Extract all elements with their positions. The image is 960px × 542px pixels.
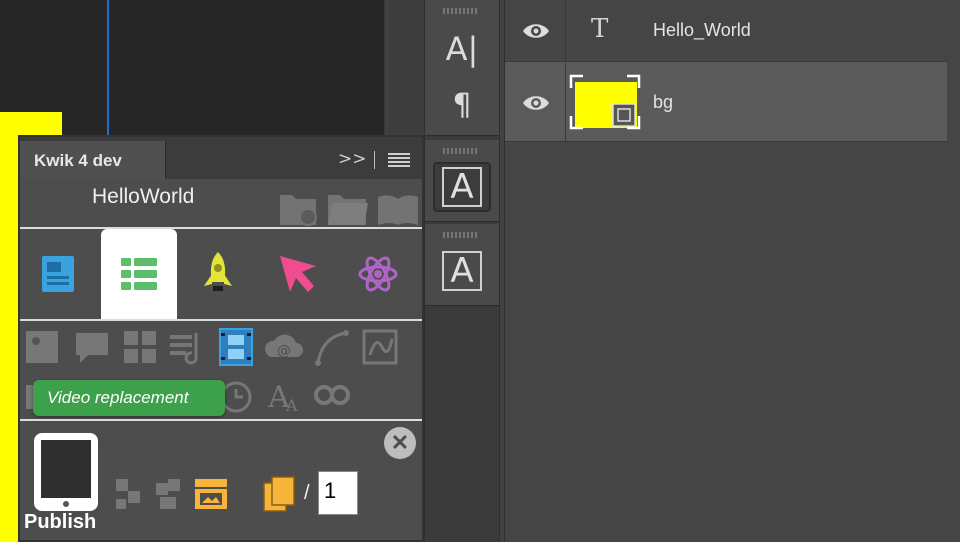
animation-frame-icon[interactable] <box>360 327 400 367</box>
list-grid-icon <box>121 258 157 290</box>
row-divider <box>565 0 566 61</box>
tooltip-text: Video replacement <box>47 388 189 407</box>
publish-tablet-button[interactable] <box>34 433 98 511</box>
speech-bubble-icon[interactable] <box>72 327 112 367</box>
page-number-input[interactable]: 1 <box>318 471 358 515</box>
page-separator: / <box>304 482 310 504</box>
layer-name[interactable]: bg <box>653 92 673 113</box>
category-tab-project[interactable] <box>20 229 96 319</box>
image-replace-icon[interactable] <box>22 327 62 367</box>
para-styles-group: A <box>425 224 499 306</box>
layer-name[interactable]: Hello_World <box>653 20 751 41</box>
project-name: HelloWorld <box>92 185 195 208</box>
tools-strip: A| ¶ A A <box>424 0 500 542</box>
selection-corners-icon <box>569 74 641 130</box>
grid-tiles-icon[interactable] <box>120 327 160 367</box>
close-icon[interactable]: ✕ <box>384 427 416 459</box>
tooltip: Video replacement <box>33 380 225 416</box>
category-tab-interactions[interactable] <box>260 229 336 319</box>
panel-grip[interactable] <box>443 232 479 238</box>
paragraph-style-icon: A <box>442 251 482 291</box>
pages-copy-icon[interactable] <box>260 475 298 515</box>
category-tab-publish[interactable] <box>180 229 256 319</box>
kwik-panel-header: Kwik 4 dev >> <box>20 137 422 179</box>
kwik-tab-label: Kwik 4 dev <box>34 151 122 170</box>
kwik-tab[interactable]: Kwik 4 dev <box>20 141 166 179</box>
archive-box-icon[interactable] <box>192 475 230 513</box>
font-size-icon[interactable]: AA <box>264 375 304 415</box>
video-film-icon[interactable] <box>216 327 256 367</box>
atom-icon <box>358 256 398 292</box>
text-layer-icon: T <box>591 14 609 44</box>
visibility-eye-icon[interactable] <box>521 92 551 114</box>
tablet-screen-icon <box>41 440 91 498</box>
layer-row-bg[interactable]: bg <box>505 62 947 142</box>
page-number-value: 1 <box>324 478 337 503</box>
paragraph-tool-button[interactable]: ¶ <box>433 80 491 130</box>
svg-text:@: @ <box>277 343 291 359</box>
category-tab-layers[interactable] <box>101 229 177 319</box>
vertical-guide[interactable] <box>107 0 109 135</box>
publish-label[interactable]: Publish <box>24 511 96 534</box>
expand-panel-icon[interactable]: >> <box>338 149 367 169</box>
kwik-panel: Kwik 4 dev >> HelloWorld @ A A Video rep… <box>18 135 424 542</box>
new-project-folder-icon <box>280 195 317 226</box>
spritesheet-loop-icon[interactable] <box>312 375 352 415</box>
character-tool-button[interactable]: A| <box>433 24 491 74</box>
type-tools-group: A| ¶ <box>425 0 499 136</box>
svg-text:A: A <box>285 396 298 415</box>
row-divider <box>565 62 566 141</box>
audio-list-icon[interactable] <box>168 327 208 367</box>
panel-grip[interactable] <box>443 8 479 14</box>
header-divider <box>374 151 375 169</box>
panel-grip[interactable] <box>443 148 479 154</box>
canvas-scroll-gutter <box>388 0 424 135</box>
divider <box>20 319 422 321</box>
layers-panel: T Hello_World bg <box>504 0 960 542</box>
project-page-icon <box>42 256 74 292</box>
tablet-home-icon <box>63 501 69 507</box>
character-icon: A| <box>445 30 479 68</box>
folder-actions <box>280 195 418 226</box>
layer-thumbnail[interactable] <box>569 74 641 130</box>
rocket-icon <box>204 252 232 291</box>
layer-row-hello-world[interactable]: T Hello_World <box>505 0 947 62</box>
character-style-icon: A <box>442 167 482 207</box>
cloud-web-icon[interactable]: @ <box>264 327 304 367</box>
panel-menu-icon[interactable] <box>388 153 410 167</box>
character-styles-button[interactable]: A <box>433 162 491 212</box>
visibility-eye-icon[interactable] <box>521 20 551 42</box>
char-styles-group: A <box>425 140 499 222</box>
category-tab-effects[interactable] <box>340 229 416 319</box>
book-icon <box>378 195 418 225</box>
app-window: A| ¶ A A T Hello_World bg Kwik 4 dev >> … <box>0 0 960 542</box>
export-images-icon[interactable] <box>154 477 182 513</box>
path-bezier-icon[interactable] <box>312 327 352 367</box>
paragraph-styles-button[interactable]: A <box>433 246 491 296</box>
paragraph-icon: ¶ <box>452 87 472 123</box>
divider <box>20 419 422 421</box>
export-assets-icon[interactable] <box>114 477 142 513</box>
pointer-arrow-icon <box>280 256 316 292</box>
open-folder-icon <box>328 195 368 225</box>
